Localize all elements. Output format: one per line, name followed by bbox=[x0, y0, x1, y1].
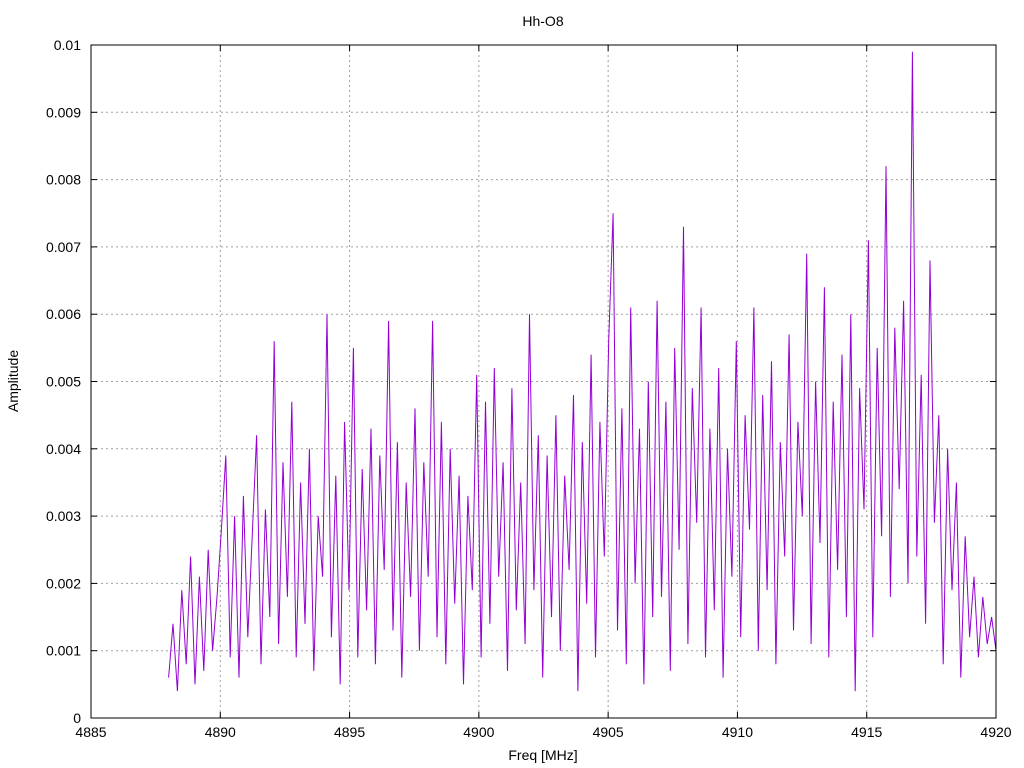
y-tick-label: 0 bbox=[73, 710, 81, 726]
x-tick-label: 4890 bbox=[205, 724, 236, 740]
y-tick-label: 0.006 bbox=[46, 306, 81, 322]
x-tick-label: 4905 bbox=[593, 724, 624, 740]
x-axis-label: Freq [MHz] bbox=[508, 747, 577, 763]
series-line bbox=[168, 51, 997, 692]
y-tick-label: 0.008 bbox=[46, 172, 81, 188]
x-tick-label: 4885 bbox=[75, 724, 106, 740]
x-tick-label: 4910 bbox=[722, 724, 753, 740]
y-tick-label: 0.005 bbox=[46, 374, 81, 390]
y-tick-label: 0.01 bbox=[54, 37, 81, 53]
y-tick-label: 0.004 bbox=[46, 441, 81, 457]
y-tick-label: 0.007 bbox=[46, 239, 81, 255]
x-tick-label: 4895 bbox=[334, 724, 365, 740]
y-tick-label: 0.003 bbox=[46, 508, 81, 524]
x-tick-label: 4920 bbox=[980, 724, 1011, 740]
y-tick-label: 0.001 bbox=[46, 643, 81, 659]
y-tick-label: 0.002 bbox=[46, 575, 81, 591]
chart: Hh-O8 Freq [MHz] Amplitude 4885 4890 4895 4… bbox=[5, 13, 1012, 763]
chart-title: Hh-O8 bbox=[522, 13, 563, 29]
x-tick-label: 4915 bbox=[851, 724, 882, 740]
y-axis-label: Amplitude bbox=[5, 350, 21, 412]
y-tick-label: 0.009 bbox=[46, 104, 81, 120]
x-tick-label: 4900 bbox=[463, 724, 494, 740]
